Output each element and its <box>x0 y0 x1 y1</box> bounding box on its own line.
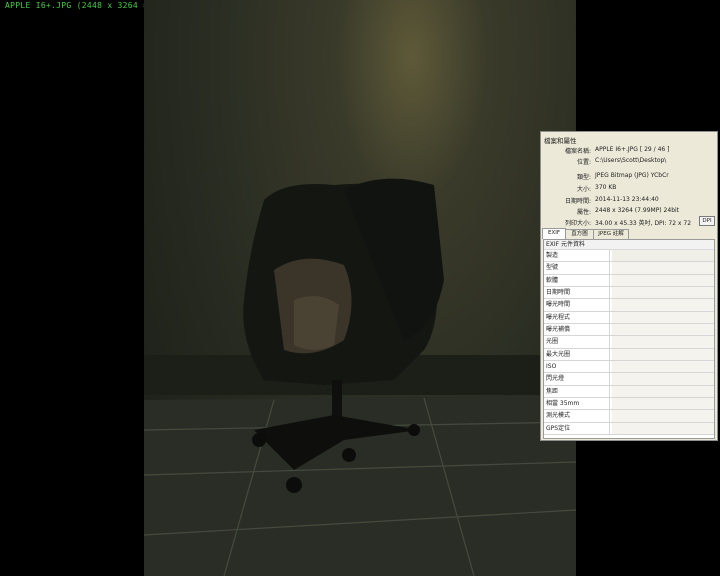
exif-row[interactable]: 製造 <box>544 250 714 263</box>
exif-row[interactable]: GPS定位 <box>544 422 714 436</box>
exif-table: EXIF 元件資料 製造 型號 軟體 日期時間 曝光時間 曝光程式 曝光補償 光… <box>543 239 715 439</box>
exif-header: EXIF 元件資料 <box>544 240 714 250</box>
photo-content <box>144 178 576 576</box>
exif-row[interactable]: 焦距 <box>544 385 714 399</box>
exif-row[interactable]: 曝光補償 <box>544 324 714 337</box>
exif-row[interactable]: 型號 <box>544 262 714 275</box>
exif-row[interactable]: ISO <box>544 361 714 374</box>
file-properties-panel: 檔案和屬性 檔案名稱: APPLE I6+.JPG [ 29 / 46 ] 位置… <box>540 131 718 441</box>
panel-title: 檔案和屬性 <box>544 137 577 145</box>
exif-row[interactable]: 曝光程式 <box>544 311 714 325</box>
tab-histogram[interactable]: 直方圖 <box>565 229 594 239</box>
exif-row[interactable]: 曝光時間 <box>544 299 714 312</box>
exif-row[interactable]: 相當 35mm <box>544 398 714 411</box>
dpi-button[interactable]: DPI <box>699 216 715 226</box>
exif-row[interactable]: 軟體 <box>544 274 714 288</box>
exif-row[interactable]: 日期時間 <box>544 287 714 300</box>
field-type: 類型: JPEG Bitmap (JPG) YCbCr <box>576 172 669 181</box>
exif-row[interactable]: 測光模式 <box>544 410 714 423</box>
exif-row[interactable]: 閃光燈 <box>544 373 714 386</box>
field-location: 位置: C:\Users\Scott\Desktop\ <box>576 157 667 166</box>
photo-viewer[interactable] <box>144 0 576 576</box>
exif-row[interactable]: 最大光圈 <box>544 348 714 362</box>
field-size: 大小: 370 KB <box>576 184 617 193</box>
field-attributes: 屬性: 2448 x 3264 (7.99MP) 24bit <box>576 207 680 216</box>
field-filename: 檔案名稱: APPLE I6+.JPG [ 29 / 46 ] <box>564 146 670 155</box>
field-datetime: 日期時間: 2014-11-13 23:44:40 <box>564 196 659 205</box>
field-print-size: 列印大小: 34.00 x 45.33 英吋, DPI: 72 x 72 <box>564 220 692 227</box>
tab-jpeg-comment[interactable]: JPEG 註解 <box>593 229 629 239</box>
tab-exif[interactable]: EXIF <box>542 228 566 239</box>
exif-row[interactable]: 光圈 <box>544 336 714 349</box>
